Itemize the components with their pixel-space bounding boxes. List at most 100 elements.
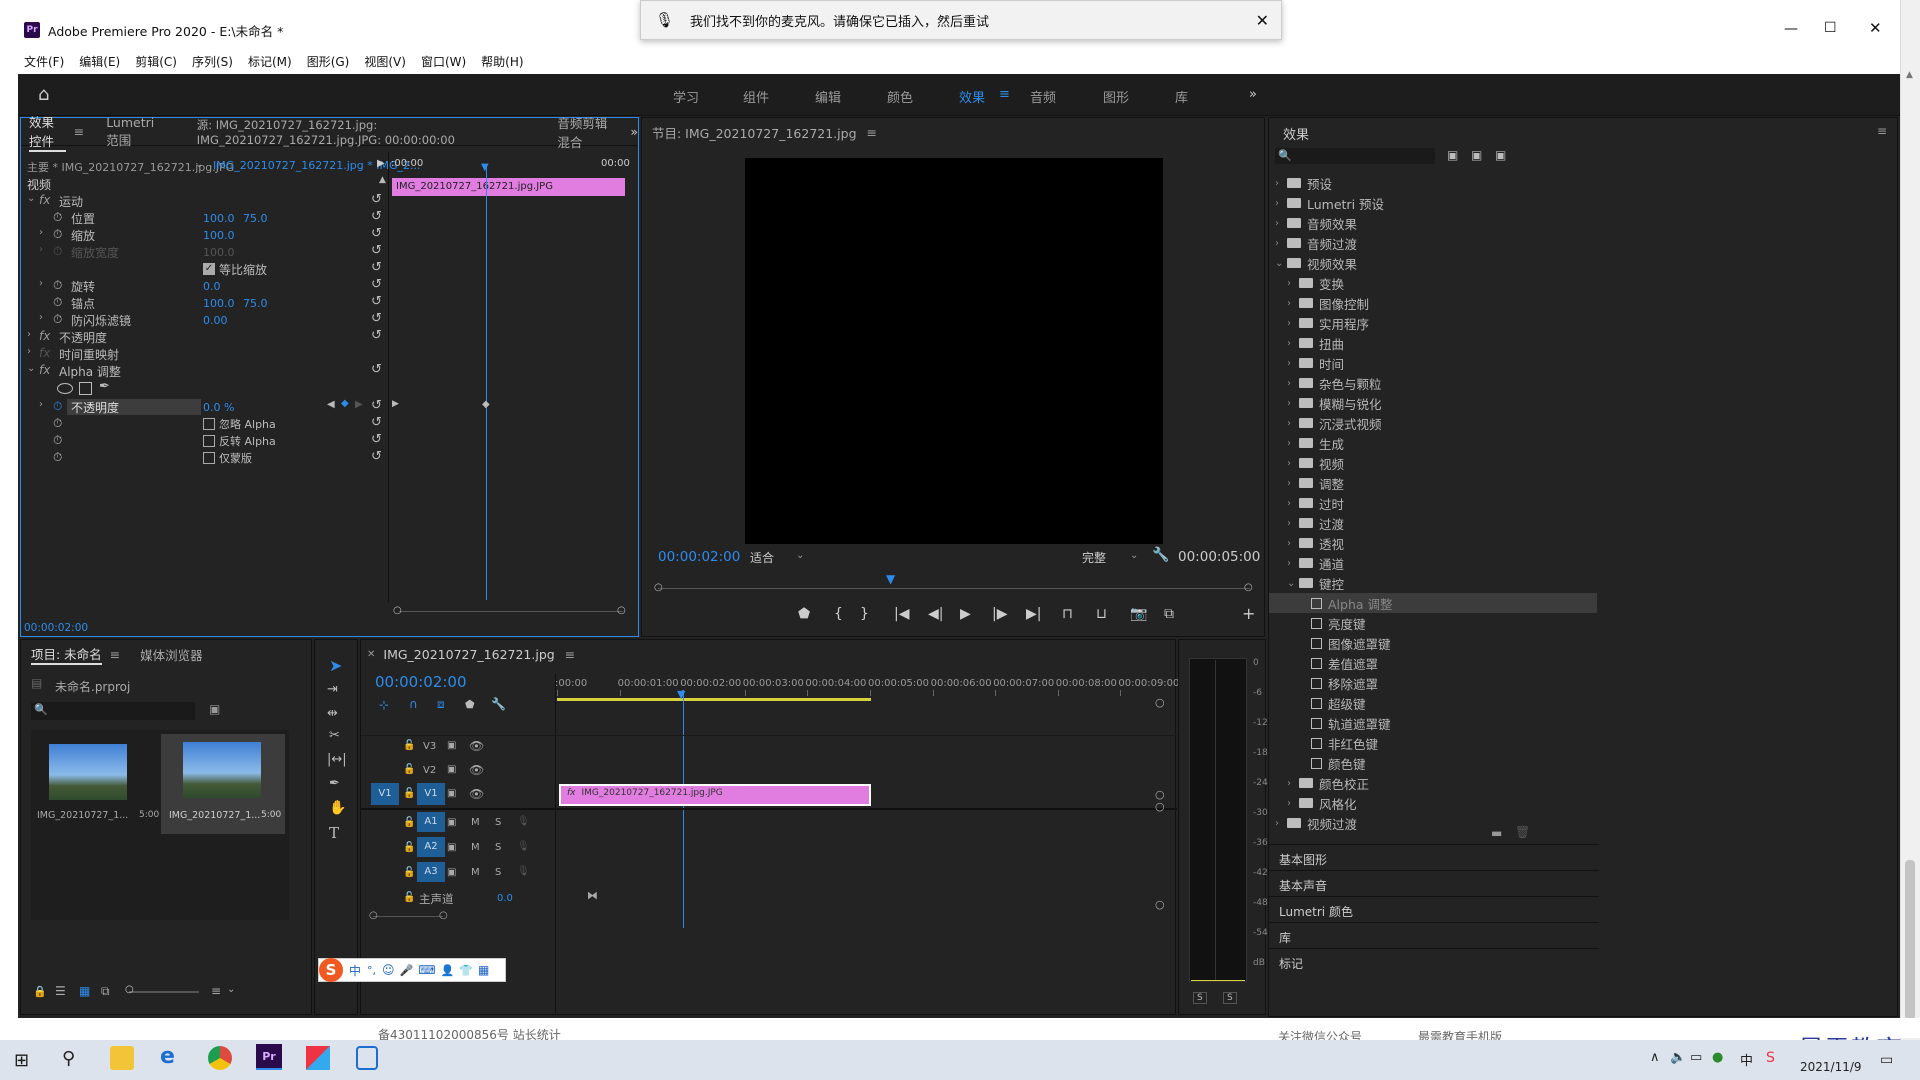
- lock-icon[interactable]: 🔒: [33, 985, 47, 998]
- effects-tree-item[interactable]: › 视频: [1269, 453, 1597, 473]
- chevron-right-icon[interactable]: ›: [1287, 798, 1299, 809]
- effects-tree-item[interactable]: › 实用程序: [1269, 313, 1597, 333]
- effects-tree-item[interactable]: 亮度键: [1269, 613, 1597, 633]
- comparison-icon[interactable]: ⧉: [1164, 606, 1174, 622]
- effects-tree-item[interactable]: › 模糊与锐化: [1269, 393, 1597, 413]
- file-explorer-icon[interactable]: [110, 1046, 134, 1070]
- ime-lang[interactable]: 中: [349, 962, 361, 979]
- ws-graphics[interactable]: 图形: [1103, 87, 1129, 106]
- scrub-handle-right[interactable]: ○: [1244, 582, 1253, 593]
- chevron-right-icon[interactable]: ›: [1287, 778, 1299, 789]
- stopwatch-active-icon[interactable]: ⏱: [53, 399, 62, 414]
- ime-toolbox-icon[interactable]: ▦: [478, 963, 489, 977]
- menu-marker[interactable]: 标记(M): [248, 53, 292, 70]
- chevron-right-icon[interactable]: ›: [1287, 418, 1299, 429]
- effects-tree-item[interactable]: › 生成: [1269, 433, 1597, 453]
- v-scroll-handle[interactable]: ○: [1155, 696, 1165, 709]
- stopwatch-icon[interactable]: ⏱: [53, 450, 62, 465]
- collapse-icon[interactable]: ⌄: [27, 363, 35, 374]
- reset-icon[interactable]: ↺: [371, 260, 382, 275]
- keyframe-diamond-icon[interactable]: ◆: [482, 399, 490, 410]
- add-button-icon[interactable]: +: [1242, 604, 1255, 623]
- chevron-right-icon[interactable]: ›: [1287, 358, 1299, 369]
- zoom-handle-right[interactable]: ○: [617, 605, 626, 616]
- effects-tree-item[interactable]: Alpha 调整: [1269, 593, 1597, 613]
- ime-lang-tray[interactable]: 中: [1740, 1050, 1753, 1069]
- track-v1-label[interactable]: V1: [417, 783, 445, 805]
- mark-in-icon[interactable]: {: [834, 606, 843, 622]
- go-to-out-icon[interactable]: ▶|: [1026, 606, 1041, 622]
- ws-editing[interactable]: 编辑: [815, 87, 841, 106]
- effects-tree-item[interactable]: › 音频效果: [1269, 213, 1597, 233]
- delete-icon[interactable]: 🗑: [1515, 825, 1530, 839]
- effects-tree-item[interactable]: 差值遮罩: [1269, 653, 1597, 673]
- voiceover-icon[interactable]: 🎙: [517, 816, 530, 827]
- ime-emoji-icon[interactable]: ☺: [382, 963, 395, 977]
- menu-file[interactable]: 文件(F): [24, 53, 64, 70]
- section-essential-sound[interactable]: 基本声音: [1279, 877, 1327, 894]
- ws-learn[interactable]: 学习: [673, 87, 699, 106]
- sync-lock-icon[interactable]: ▣: [447, 817, 456, 828]
- eye-icon[interactable]: 👁: [469, 763, 484, 777]
- stopwatch-icon[interactable]: ⏱: [53, 433, 62, 448]
- network-icon[interactable]: ▭: [1690, 1050, 1702, 1065]
- reset-icon[interactable]: ↺: [371, 192, 382, 207]
- expand-icon[interactable]: ›: [39, 399, 43, 410]
- chevron-right-icon[interactable]: ›: [1287, 518, 1299, 529]
- effects-tree-item[interactable]: › 颜色校正: [1269, 773, 1597, 793]
- reset-icon[interactable]: ↺: [371, 294, 382, 309]
- program-timecode[interactable]: 00:00:02:00: [658, 549, 740, 565]
- sogou-logo-icon[interactable]: S: [319, 958, 343, 982]
- expand-icon[interactable]: ›: [39, 312, 43, 323]
- windows-start-icon[interactable]: ⊞: [14, 1050, 29, 1071]
- sort-chevron-icon[interactable]: ⌄: [227, 984, 235, 995]
- tab-project[interactable]: 项目: 未命名: [31, 644, 102, 665]
- expand-icon[interactable]: ›: [27, 346, 31, 357]
- ws-audio[interactable]: 音频: [1030, 87, 1056, 106]
- new-bin-icon[interactable]: ▬: [1491, 826, 1502, 840]
- effects-tree-item[interactable]: ⌄ 视频效果: [1269, 253, 1597, 273]
- timeline-clip[interactable]: fx IMG_20210727_162721.jpg.JPG: [559, 784, 871, 806]
- prev-keyframe-icon[interactable]: ◀: [327, 399, 335, 410]
- ec-playhead-handle[interactable]: ▼: [481, 162, 489, 173]
- section-essential-graphics[interactable]: 基本图形: [1279, 851, 1327, 868]
- expand-icon[interactable]: ›: [27, 329, 31, 340]
- master-value[interactable]: 0.0: [497, 893, 513, 904]
- effects-tree-item[interactable]: 超级键: [1269, 693, 1597, 713]
- sync-lock-icon[interactable]: ▣: [447, 764, 456, 775]
- h-scroll-handle-right[interactable]: ○: [439, 910, 448, 921]
- ec-playhead[interactable]: [486, 164, 487, 600]
- fx-icon[interactable]: fx: [39, 329, 50, 343]
- time-ruler[interactable]: :00:00 00:00:01:00 00:00:02:00 00:00:03:00 0…: [555, 676, 1250, 696]
- scale-value[interactable]: 100.0: [203, 229, 235, 242]
- chevron-right-icon[interactable]: ›: [1275, 818, 1287, 829]
- selection-tool-icon[interactable]: ➤: [329, 656, 342, 675]
- premiere-taskbar-icon[interactable]: Pr: [256, 1044, 282, 1070]
- program-scrubber[interactable]: [658, 588, 1250, 589]
- chevron-right-icon[interactable]: ›: [1287, 378, 1299, 389]
- quality-dropdown[interactable]: 完整: [1082, 549, 1106, 566]
- go-to-in-icon[interactable]: |◀: [894, 606, 909, 622]
- stopwatch-icon[interactable]: ⏱: [53, 416, 62, 431]
- solo-button[interactable]: S: [495, 867, 501, 878]
- track-a1-label[interactable]: A1: [417, 812, 445, 832]
- voiceover-icon[interactable]: 🎙: [517, 866, 530, 877]
- add-keyframe-icon[interactable]: ◆: [341, 398, 349, 409]
- chevron-right-icon[interactable]: ›: [1287, 558, 1299, 569]
- chevron-right-icon[interactable]: ›: [1275, 198, 1287, 209]
- ime-skin-icon[interactable]: 👕: [459, 964, 473, 977]
- effects-menu-icon[interactable]: ≡: [1877, 124, 1887, 138]
- timeline-timecode[interactable]: 00:00:02:00: [375, 673, 467, 691]
- reset-icon[interactable]: ↺: [371, 415, 382, 430]
- nest-icon[interactable]: ⊹: [379, 698, 389, 712]
- new-search-bin-icon[interactable]: ▣: [209, 702, 220, 716]
- effects-tree-item[interactable]: › 视频过渡: [1269, 813, 1597, 833]
- sync-lock-icon[interactable]: ▣: [447, 867, 456, 878]
- pen-mask-icon[interactable]: ✒: [99, 379, 110, 394]
- program-viewer[interactable]: [745, 158, 1163, 544]
- chevron-right-icon[interactable]: ›: [1287, 438, 1299, 449]
- timeline-menu-icon[interactable]: ≡: [565, 647, 575, 662]
- menu-window[interactable]: 窗口(W): [421, 53, 466, 70]
- anchor-y-value[interactable]: 75.0: [243, 297, 268, 310]
- hand-tool-icon[interactable]: ✋: [329, 800, 346, 816]
